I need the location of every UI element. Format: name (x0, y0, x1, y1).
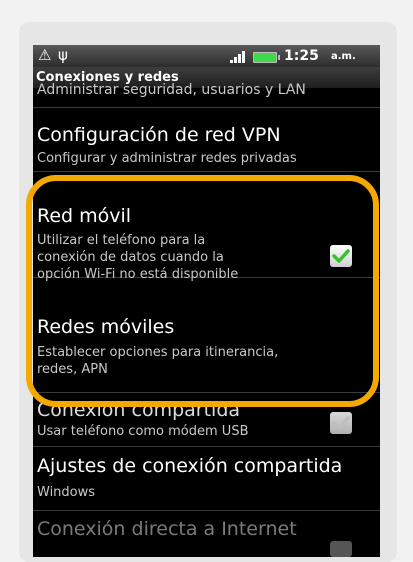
item-subtitle: Windows (37, 485, 96, 500)
conexion-compartida-checkbox[interactable] (330, 412, 352, 434)
conexion-directa-checkbox (330, 541, 352, 557)
clock-ampm: a.m. (331, 51, 356, 62)
item-subtitle: Configurar y administrar redes privadas (37, 151, 297, 166)
list-item-ajustes-conexion[interactable]: Ajustes de conexión compartida Windows (33, 447, 380, 511)
status-bar: ⚠ ψ 1:25 a.m. (33, 45, 380, 67)
item-subtitle: Administrar seguridad, usuarios y LAN (37, 82, 306, 98)
battery-icon (253, 52, 280, 63)
list-item-conexion-directa: Conexión directa a Internet (33, 511, 380, 557)
list-item-vpn[interactable]: Configuración de red VPN Configurar y ad… (33, 108, 380, 172)
warning-icon: ⚠ (38, 46, 58, 64)
clock-time: 1:25 (284, 48, 319, 64)
check-icon (332, 416, 350, 430)
list-item-lan[interactable]: Administrar seguridad, usuarios y LAN (33, 82, 380, 108)
usb-icon: ψ (58, 46, 68, 64)
item-title: Configuración de red VPN (37, 124, 281, 146)
item-subtitle: Usar teléfono como módem USB (37, 424, 249, 439)
item-title: Conexión directa a Internet (37, 518, 297, 540)
item-title: Ajustes de conexión compartida (37, 455, 343, 477)
signal-icon (230, 51, 246, 63)
highlight-outline (26, 175, 379, 407)
